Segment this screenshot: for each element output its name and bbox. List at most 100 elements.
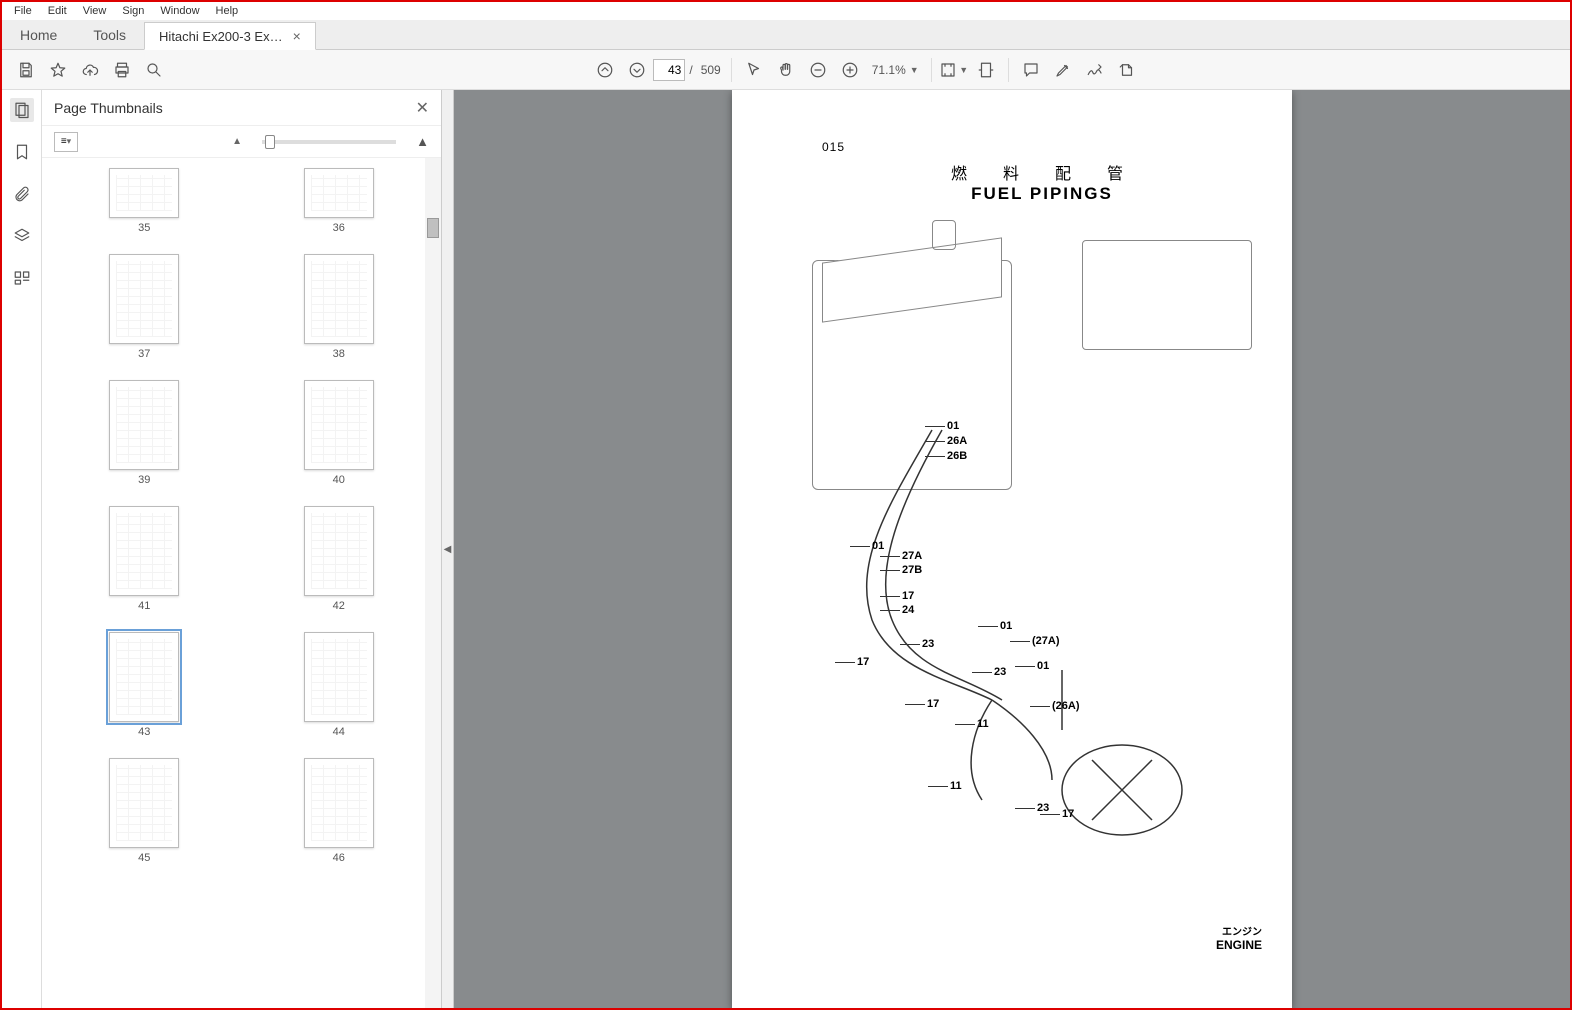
callout-leader <box>925 426 945 427</box>
callout-leader <box>978 626 998 627</box>
more-panels-icon[interactable] <box>10 266 34 290</box>
thumbnail-image <box>304 506 374 596</box>
stamp-icon[interactable] <box>1111 54 1143 86</box>
fit-page-icon[interactable]: ▼ <box>938 54 970 86</box>
thumbnail-page-40[interactable]: 40 <box>267 380 412 486</box>
menu-file[interactable]: File <box>6 5 40 17</box>
thumbnail-image <box>109 380 179 470</box>
menu-sign[interactable]: Sign <box>114 5 152 17</box>
thumbnail-page-41[interactable]: 41 <box>72 506 217 612</box>
pointer-tool-icon[interactable] <box>738 54 770 86</box>
thumbnail-image <box>109 254 179 344</box>
callout-leader <box>972 672 992 673</box>
callout-leader <box>900 644 920 645</box>
close-panel-icon[interactable]: ✕ <box>416 98 429 118</box>
highlight-icon[interactable] <box>1047 54 1079 86</box>
thumbnail-page-46[interactable]: 46 <box>267 758 412 864</box>
signature-icon[interactable] <box>1079 54 1111 86</box>
thumbnail-page-43[interactable]: 43 <box>72 632 217 738</box>
thumbnail-page-39[interactable]: 39 <box>72 380 217 486</box>
search-icon[interactable] <box>138 54 170 86</box>
tab-document[interactable]: Hitachi Ex200-3 Ex… × <box>144 22 316 50</box>
callout-leader <box>880 570 900 571</box>
layers-panel-icon[interactable] <box>10 224 34 248</box>
attachments-panel-icon[interactable] <box>10 182 34 206</box>
callout-label: 11 <box>950 780 962 792</box>
menu-window[interactable]: Window <box>152 5 207 17</box>
left-rail <box>2 90 42 1008</box>
callout-label: 11 <box>977 718 989 730</box>
zoom-level-dropdown[interactable]: 71.1% ▼ <box>866 63 925 77</box>
thumbnail-grid: 35 36 37 38 39 40 41 42 43 44 45 46 <box>42 158 441 874</box>
thumbnails-panel-icon[interactable] <box>10 98 34 122</box>
callout-label: 01 <box>947 420 959 432</box>
thumbnail-number: 44 <box>333 726 345 738</box>
thumbnail-page-37[interactable]: 37 <box>72 254 217 360</box>
callout-leader <box>880 596 900 597</box>
callout-leader <box>835 662 855 663</box>
thumbnail-number: 46 <box>333 852 345 864</box>
diagram-cap <box>932 220 956 250</box>
thumbnail-size-slider[interactable] <box>262 140 396 144</box>
thumbnail-number: 43 <box>138 726 150 738</box>
small-thumb-icon[interactable]: ▲ <box>232 136 242 147</box>
thumbnail-options-dropdown[interactable]: ≡▾ <box>54 132 78 152</box>
callout-leader <box>955 724 975 725</box>
thumbnails-title: Page Thumbnails <box>54 100 416 116</box>
callout-label: 17 <box>857 656 869 668</box>
close-tab-icon[interactable]: × <box>293 28 301 44</box>
chevron-down-icon: ▼ <box>910 65 919 75</box>
thumbnail-number: 38 <box>333 348 345 360</box>
title-japanese: 燃 料 配 管 <box>912 160 1172 184</box>
thumbnail-number: 37 <box>138 348 150 360</box>
comment-icon[interactable] <box>1015 54 1047 86</box>
thumbnail-page-35[interactable]: 35 <box>72 168 217 234</box>
callout-label: 01 <box>1000 620 1012 632</box>
thumbnail-page-36[interactable]: 36 <box>267 168 412 234</box>
print-icon[interactable] <box>106 54 138 86</box>
callout-label: 01 <box>1037 660 1049 672</box>
hand-tool-icon[interactable] <box>770 54 802 86</box>
menu-help[interactable]: Help <box>208 5 247 17</box>
callout-leader <box>925 441 945 442</box>
thumbnail-image <box>304 758 374 848</box>
thumbnail-number: 40 <box>333 474 345 486</box>
toolbar-separator <box>931 58 932 82</box>
thumbnails-scrollbar[interactable] <box>425 158 441 1008</box>
document-view[interactable]: 015 燃 料 配 管 FUEL PIPINGS 0126 <box>454 90 1570 1008</box>
tab-tools[interactable]: Tools <box>75 21 144 49</box>
zoom-in-icon[interactable] <box>834 54 866 86</box>
cloud-upload-icon[interactable] <box>74 54 106 86</box>
scrollbar-thumb[interactable] <box>427 218 439 238</box>
zoom-out-icon[interactable] <box>802 54 834 86</box>
callout-label: 17 <box>902 590 914 602</box>
tab-document-label: Hitachi Ex200-3 Ex… <box>159 29 283 44</box>
menu-edit[interactable]: Edit <box>40 5 75 17</box>
callout-leader <box>905 704 925 705</box>
thumbnail-image <box>109 632 179 722</box>
slider-handle[interactable] <box>265 135 275 149</box>
page-up-icon[interactable] <box>589 54 621 86</box>
diagram-hoses <box>792 420 1212 850</box>
thumbnails-header: Page Thumbnails ✕ <box>42 90 441 126</box>
thumbnail-number: 39 <box>138 474 150 486</box>
bookmarks-panel-icon[interactable] <box>10 140 34 164</box>
thumbnails-toolbar: ≡▾ ▲ ▲ <box>42 126 441 158</box>
save-icon[interactable] <box>10 54 42 86</box>
fit-width-icon[interactable] <box>970 54 1002 86</box>
large-thumb-icon[interactable]: ▲ <box>416 134 429 149</box>
tab-home[interactable]: Home <box>2 21 75 49</box>
engine-label-en: ENGINE <box>1216 938 1262 952</box>
thumbnail-image <box>109 168 179 218</box>
thumbnail-page-42[interactable]: 42 <box>267 506 412 612</box>
thumbnail-page-38[interactable]: 38 <box>267 254 412 360</box>
menu-view[interactable]: View <box>75 5 115 17</box>
toolbar-separator <box>1008 58 1009 82</box>
star-icon[interactable] <box>42 54 74 86</box>
main-area: Page Thumbnails ✕ ≡▾ ▲ ▲ 35 36 37 38 39 40 41 4… <box>2 90 1570 1008</box>
collapse-panel-handle[interactable]: ◀ <box>442 90 454 1008</box>
page-number-input[interactable] <box>653 59 685 81</box>
page-down-icon[interactable] <box>621 54 653 86</box>
thumbnail-page-45[interactable]: 45 <box>72 758 217 864</box>
thumbnail-page-44[interactable]: 44 <box>267 632 412 738</box>
